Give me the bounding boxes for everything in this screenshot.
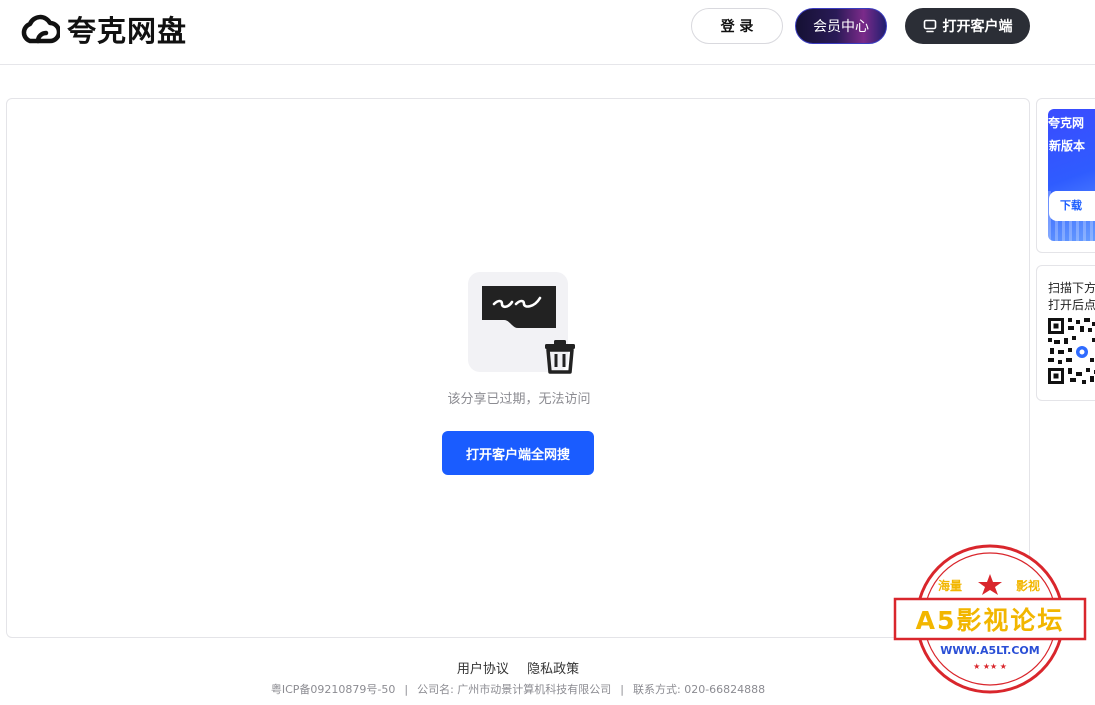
stamp-main-text: A5影视论坛 bbox=[916, 606, 1065, 635]
login-button[interactable]: 登 录 bbox=[691, 8, 783, 44]
footer-separator: | bbox=[404, 683, 409, 696]
vip-center-button[interactable]: 会员中心 bbox=[795, 8, 887, 44]
banner-subtitle: 新版本 bbox=[1049, 139, 1086, 153]
footer-links: 用户协议 隐私政策 bbox=[0, 658, 1036, 677]
share-content-card: 该分享已过期，无法访问 打开客户端全网搜 bbox=[6, 98, 1030, 638]
top-header: 夸克网盘 登 录 会员中心 打开客户端 bbox=[0, 0, 1095, 65]
trash-icon bbox=[545, 340, 575, 374]
footer-info: 粤ICP备09210879号-50 | 公司名: 广州市动景计算机科技有限公司 | 联系… bbox=[0, 681, 1036, 697]
promo-card: 夸克网 新版本 下载 bbox=[1036, 98, 1095, 253]
stamp-top-right-text: 影视 bbox=[1016, 578, 1040, 593]
expired-illustration bbox=[468, 272, 578, 377]
company-name: 公司名: 广州市动景计算机科技有限公司 bbox=[417, 683, 612, 696]
qr-code-icon bbox=[1048, 318, 1095, 384]
qr-card: 扫描下方 打开后点 bbox=[1036, 265, 1095, 401]
download-button[interactable]: 下载 bbox=[1049, 191, 1095, 221]
stamp-url-text: WWW.A5LT.COM bbox=[940, 644, 1039, 657]
open-client-label: 打开客户端 bbox=[942, 19, 1013, 35]
quark-logo[interactable]: 夸克网盘 bbox=[18, 8, 187, 50]
monitor-icon bbox=[923, 19, 936, 33]
open-client-search-button[interactable]: 打开客户端全网搜 bbox=[442, 431, 594, 475]
qr-instruction-line2: 打开后点 bbox=[1048, 298, 1095, 312]
banner-title: 夸克网 bbox=[1048, 116, 1085, 130]
contact-info: 联系方式: 020-66824888 bbox=[633, 683, 766, 696]
open-client-button[interactable]: 打开客户端 bbox=[905, 8, 1030, 44]
watermark-stamp: 海量 影视 A5影视论坛 WWW.A5LT.COM ★ ★★ ★ bbox=[893, 544, 1087, 694]
cloud-logo-icon bbox=[21, 14, 60, 44]
icp-number[interactable]: 粤ICP备09210879号-50 bbox=[271, 683, 396, 696]
file-icon bbox=[482, 286, 556, 328]
expired-message: 该分享已过期，无法访问 bbox=[447, 392, 591, 407]
user-agreement-link[interactable]: 用户协议 bbox=[457, 662, 509, 677]
privacy-policy-link[interactable]: 隐私政策 bbox=[527, 662, 579, 677]
qr-instruction-line1: 扫描下方 bbox=[1048, 281, 1095, 295]
stamp-bottom-stars: ★ ★★ ★ bbox=[973, 662, 1007, 671]
stamp-top-left-text: 海量 bbox=[938, 578, 962, 593]
logo-text: 夸克网盘 bbox=[67, 14, 188, 48]
footer-separator: | bbox=[620, 683, 624, 696]
